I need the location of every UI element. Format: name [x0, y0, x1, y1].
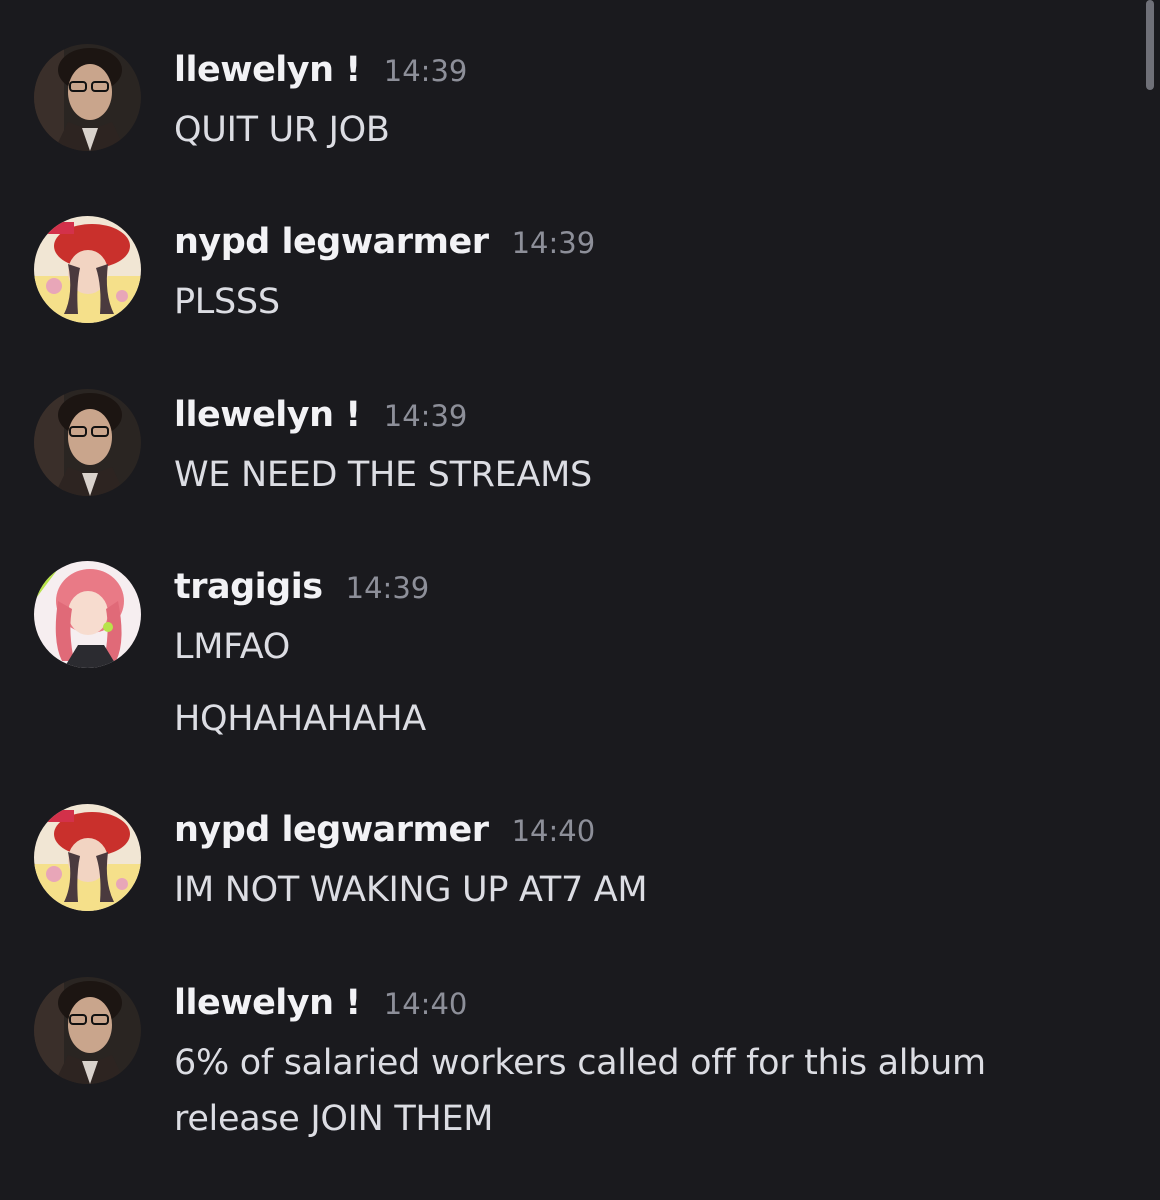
timestamp: 14:39	[383, 399, 468, 433]
chat-message-list: llewelyn ! 14:39 QUIT UR JOB nypd legwar…	[0, 0, 1140, 1200]
message-text: LMFAO	[174, 627, 290, 667]
message-text: QUIT UR JOB	[174, 110, 390, 150]
timestamp: 14:39	[511, 226, 596, 260]
message-text: PLSSS	[174, 282, 280, 322]
message-text: HQHAHAHAHA	[174, 699, 426, 739]
timestamp: 14:39	[345, 571, 430, 605]
username[interactable]: nypd legwarmer	[174, 222, 489, 262]
timestamp: 14:39	[383, 54, 468, 88]
avatar[interactable]	[34, 561, 141, 668]
message-text: 6% of salaried workers called off for th…	[174, 1043, 986, 1139]
avatar[interactable]	[34, 804, 141, 911]
username[interactable]: llewelyn !	[174, 983, 361, 1023]
avatar[interactable]	[34, 44, 141, 151]
avatar[interactable]	[34, 216, 141, 323]
username[interactable]: nypd legwarmer	[174, 810, 489, 850]
scrollbar-thumb[interactable]	[1146, 0, 1154, 90]
message-text: IM NOT WAKING UP AT7 AM	[174, 870, 648, 910]
avatar[interactable]	[34, 389, 141, 496]
username[interactable]: llewelyn !	[174, 50, 361, 90]
avatar[interactable]	[34, 977, 141, 1084]
username[interactable]: tragigis	[174, 567, 323, 607]
message-text: WE NEED THE STREAMS	[174, 455, 592, 495]
timestamp: 14:40	[383, 987, 468, 1021]
username[interactable]: llewelyn !	[174, 395, 361, 435]
timestamp: 14:40	[511, 814, 596, 848]
